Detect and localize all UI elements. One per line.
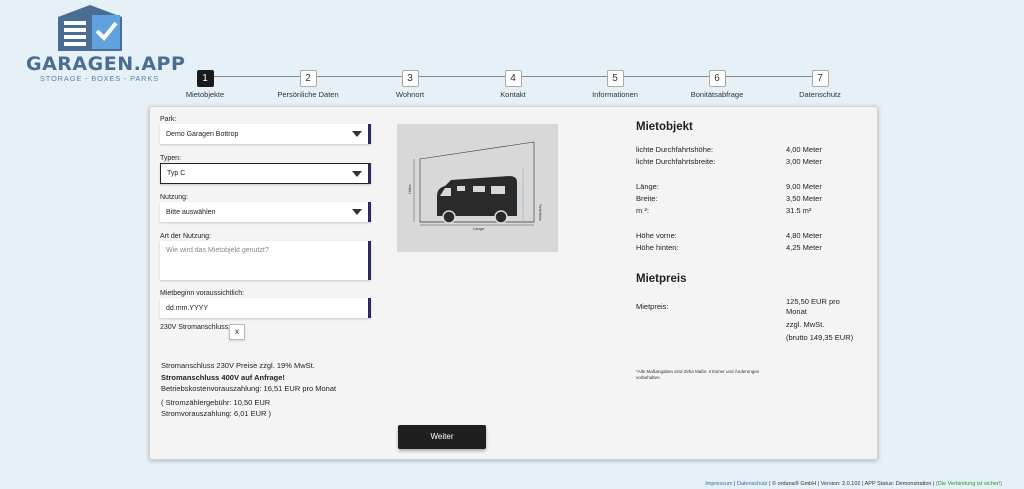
step-mietobjekte[interactable]: 1 Mietobjekte [145,68,265,99]
spec-label: Höhe hinten: [636,243,679,252]
art-der-nutzung-textarea[interactable]: Wie wird das Mietobjekt genutzt? [160,241,371,280]
datenschutz-link[interactable]: Datenschutz [737,481,768,487]
price-line: 125,50 EUR pro [786,297,840,306]
caravan-garage-illustration: Höhe Länge Tiefe/Höhe [407,141,542,231]
mietpreis-title: Mietpreis [636,273,687,285]
spec-label: Länge: [636,182,659,191]
page-footer: Impressum | Datenschutz | © ordana® GmbH… [705,481,1002,487]
note-line: vorbehalten. [636,375,661,380]
stromanschluss-checkbox[interactable]: x [229,324,245,340]
step-label: Datenschutz [799,90,841,99]
chevron-down-icon [352,170,362,177]
price-line: Monat [786,307,807,316]
mietobjekt-diagram: Höhe Länge Tiefe/Höhe [397,124,558,252]
chevron-down-icon [352,209,362,215]
form-card: Park: Demo Garagen Bottrop Typen: Typ C … [149,106,878,460]
spec-value: 9,00 Meter [786,182,822,191]
step-number: 6 [708,70,726,87]
progress-stepper: 1 Mietobjekte 2 Persönliche Daten 3 Wohn… [0,68,1024,99]
step-number: 7 [811,70,829,87]
step-wohnort[interactable]: 3 Wohnort [350,68,470,99]
step-number: 5 [606,70,624,87]
hoehe-dim-label: Höhe [407,184,412,194]
spec-value: 4,25 Meter [786,243,822,252]
impressum-link[interactable]: Impressum [705,481,732,487]
spec-value: 4,00 Meter [786,145,822,154]
mietbeginn-date-input[interactable]: dd.mm.YYYY [160,298,371,318]
spec-value: 3,00 Meter [786,157,822,166]
nutzung-label: Nutzung: [160,194,189,201]
step-label: Bonitätsabfrage [690,90,744,99]
laenge-dim-label: Länge [473,226,485,231]
spec-label: lichte Durchfahrtsbreite: [636,157,716,166]
mietbeginn-value: dd.mm.YYYY [166,304,209,312]
mass-disclaimer: *Alle Maßangaben sind Zirka Maße. Irrtüm… [636,369,759,381]
spec-label: Breite: [636,194,658,203]
info-line: Betriebskostenvorauszahlung: 16,51 EUR p… [161,384,337,393]
mietpreis-value: 125,50 EUR pro Monat zzgl. MwSt. (brutto… [786,297,853,343]
step-number: 2 [299,70,317,87]
nutzung-select[interactable]: Bitte auswählen [160,202,371,222]
tiefe-dim-label: Tiefe/Höhe [538,204,542,221]
step-bonitaetsabfrage[interactable]: 6 Bonitätsabfrage [657,68,777,99]
spec-label: m ²: [636,206,649,215]
park-select-value: Demo Garagen Bottrop [166,130,239,138]
building-check-icon [58,5,122,51]
info-line: ( Stromzählergebühr: 10,50 EUR [161,397,271,407]
art-placeholder: Wie wird das Mietobjekt genutzt? [166,247,269,254]
footer-info: | © ordana® GmbH | Version: 2.0.102 | AP… [767,481,936,487]
step-number: 1 [196,70,214,87]
spec-label: Höhe vorne: [636,231,677,240]
art-label: Art der Nutzung: [160,233,211,240]
chevron-down-icon [352,131,362,137]
step-label: Mietobjekte [185,90,225,99]
spec-label: lichte Durchfahrtshöhe: [636,145,714,154]
price-line: (brutto 149,35 EUR) [786,333,854,342]
spec-value: 3,50 Meter [786,194,822,203]
typen-select[interactable]: Typ C [160,163,371,184]
step-number: 4 [504,70,522,87]
mietpreis-label: Mietpreis: [636,302,669,311]
mietobjekt-title: Mietobjekt [636,121,693,133]
strom-info: Stromanschluss 230V Preise zzgl. 19% MwS… [161,360,336,420]
spec-value: 4,80 Meter [786,231,822,240]
nutzung-select-value: Bitte auswählen [166,208,216,216]
step-label: Wohnort [395,90,425,99]
info-line: Stromanschluss 230V Preise zzgl. 19% MwS… [161,361,315,370]
secure-connection-status: (Die Verbindung ist sicher!) [935,481,1002,487]
typen-select-value: Typ C [167,170,186,177]
typen-label: Typen: [160,155,182,162]
info-line: Stromvorauszahlung: 6,01 EUR ) [161,409,272,418]
spec-value: 31.5 m² [786,206,812,215]
mietbeginn-label: Mietbeginn voraussichtlich: [160,290,245,297]
price-line: zzgl. MwSt. [786,320,825,329]
step-number: 3 [401,70,419,87]
strom-label: 230V Stromanschluss: [160,324,231,331]
weiter-button[interactable]: Weiter [398,425,486,449]
info-line-bold: Stromanschluss 400V auf Anfrage! [161,372,285,382]
park-label: Park: [160,116,177,123]
step-datenschutz[interactable]: 7 Datenschutz [760,68,880,99]
park-select[interactable]: Demo Garagen Bottrop [160,124,371,144]
